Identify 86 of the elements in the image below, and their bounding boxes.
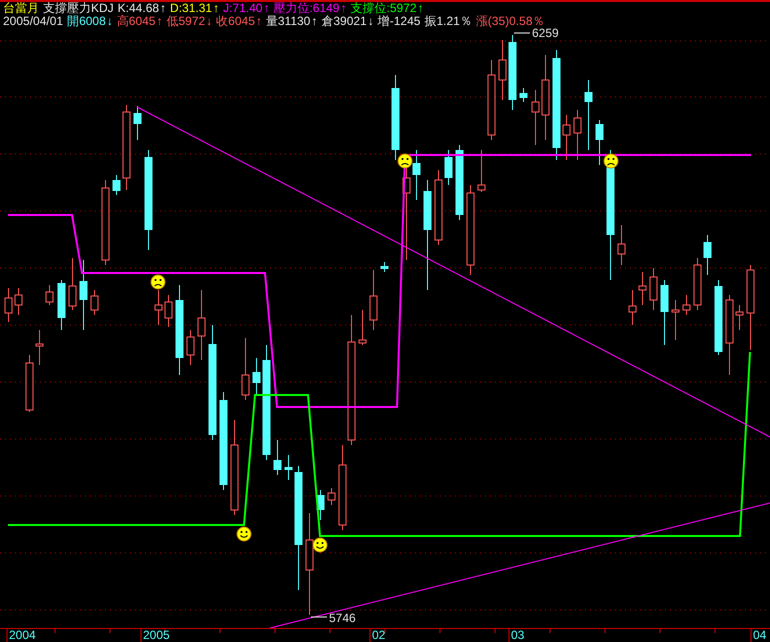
candlestick [328, 488, 336, 506]
quote-value: 2005/04/01 [3, 15, 64, 28]
candlestick [520, 88, 528, 102]
axis-label: 2005 [143, 628, 170, 642]
trend-arrow: ↑ [311, 15, 318, 28]
smiley-icon [236, 526, 252, 542]
candlestick [58, 280, 66, 330]
candlestick [694, 258, 702, 310]
candlestick [154, 290, 162, 326]
trend-arrow: ↑ [340, 2, 346, 15]
candlestick [134, 106, 142, 140]
quote-value: 開6008 [67, 15, 106, 28]
quote-value: 振1.21％ [424, 15, 472, 28]
trend-arrow: ↓ [206, 15, 212, 28]
trend-arrow: ↑ [256, 15, 262, 28]
quote-value: 支撐位:5972 [350, 2, 417, 15]
candlestick [242, 338, 250, 400]
axis-label: 03 [511, 628, 524, 642]
candlestick [68, 258, 76, 310]
candlestick [584, 80, 592, 150]
axis-label: 02 [372, 628, 386, 642]
candlestick [618, 224, 626, 266]
quote-value: 低5972 [166, 15, 206, 28]
quote-value: 收6045 [216, 15, 255, 28]
quote-value: K:44.68 [118, 2, 160, 15]
trend-arrow: ↑ [160, 2, 166, 15]
trend-arrow: ↑ [263, 2, 270, 15]
quote-value: D:31.31 [170, 2, 212, 15]
candlestick [164, 294, 172, 328]
leader-line [310, 616, 328, 618]
candlestick [736, 304, 744, 330]
smiley-icon [312, 538, 328, 552]
trend-arrow: ↑ [156, 15, 162, 28]
axis-label: 04 [753, 628, 766, 642]
quote-value: 漲(35)0.58％ [476, 15, 544, 28]
quote-value: 壓力位:6149 [273, 2, 340, 15]
candlestick [574, 110, 582, 160]
high-price-label: 6259 [532, 28, 559, 40]
candlestick [284, 454, 292, 480]
quote-value: 增-1245 [378, 15, 420, 28]
low-price-label: 5746 [329, 611, 356, 625]
candlestick [198, 290, 206, 360]
candlestick [26, 354, 34, 412]
candlestick [380, 262, 388, 272]
candlestick [252, 358, 260, 396]
quote-value: 台當月 [3, 2, 39, 15]
candlestick [650, 268, 658, 310]
quote-value: 倉39021 [321, 15, 367, 28]
leader-line [514, 32, 530, 34]
frown-icon [398, 154, 412, 168]
frown-icon [150, 274, 166, 290]
candlestick [532, 90, 540, 146]
candlestick [358, 310, 366, 346]
candlestick [682, 294, 690, 316]
candlestick [36, 330, 44, 366]
candlestick [704, 234, 712, 276]
candlestick [562, 114, 570, 160]
candlestick [498, 40, 506, 100]
candlestick [628, 290, 636, 326]
candlestick [112, 174, 120, 196]
candlestick [672, 300, 680, 340]
quote-value: 量31130 [266, 15, 310, 28]
trend-arrow: ↑ [418, 2, 424, 15]
candlestick [638, 272, 646, 306]
candlestick [478, 150, 486, 192]
candlestick [660, 280, 668, 346]
candlestick [90, 290, 98, 316]
axis-label: 2004 [9, 628, 36, 642]
candlestick [316, 490, 324, 520]
trend-arrow: ↓ [368, 15, 374, 28]
quote-value: 高6045 [116, 15, 156, 28]
candlestick [444, 150, 452, 186]
quote-value: 支撐壓力KDJ [43, 2, 114, 15]
candlestick [412, 150, 420, 200]
candlestick [370, 270, 378, 330]
candlestick [14, 288, 22, 316]
candlestick [80, 260, 88, 330]
frown-icon [604, 154, 618, 168]
trend-arrow: ↑ [213, 2, 220, 15]
candlestick [4, 288, 12, 322]
candlestick [596, 120, 604, 166]
quote-value: J:71.40 [223, 2, 262, 15]
trend-arrow: ↓ [106, 15, 113, 28]
candlestick [186, 330, 194, 366]
candlestick [274, 440, 282, 476]
candlestick [46, 284, 54, 306]
